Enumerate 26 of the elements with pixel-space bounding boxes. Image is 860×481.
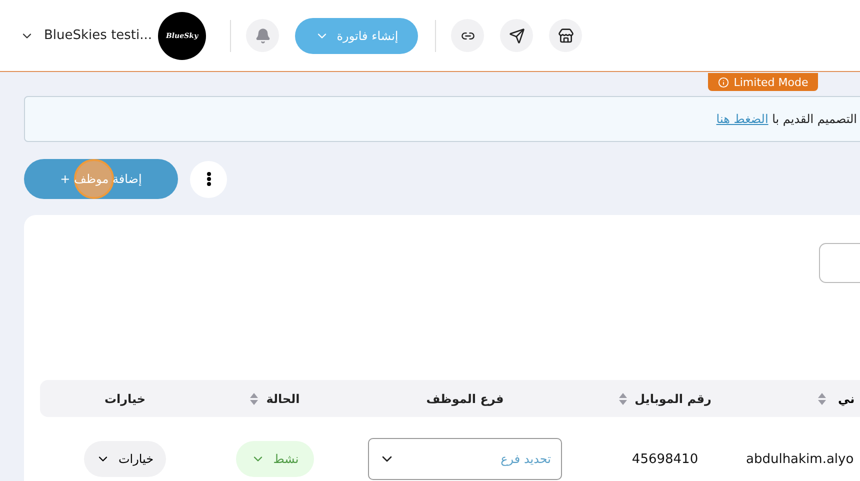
- account-name[interactable]: BlueSkies testi...: [44, 28, 154, 43]
- column-header: الحالة: [266, 392, 300, 406]
- bell-icon: [254, 28, 270, 44]
- column-header: ني: [838, 392, 855, 406]
- column-header: فرع الموظف: [426, 392, 504, 406]
- options-dropdown[interactable]: خيارات: [84, 441, 166, 477]
- more-icon: [206, 172, 210, 186]
- click-here-link[interactable]: الضغط هنا: [716, 112, 768, 126]
- store-icon: [558, 28, 574, 44]
- badge-label: Limited Mode: [734, 76, 808, 88]
- create-invoice-button[interactable]: إنشاء فاتورة: [295, 18, 418, 54]
- notifications-button[interactable]: [246, 19, 279, 52]
- column-header: خيارات: [104, 392, 146, 406]
- branch-select[interactable]: تحديد فرع: [368, 438, 562, 480]
- info-icon: [718, 76, 729, 88]
- column-header: رقم الموبايل: [634, 392, 712, 406]
- email-text: abdulhakim.alyo: [745, 452, 854, 466]
- notice-text: التصميم القديم با الضغط هنا: [716, 112, 857, 126]
- click-indicator: [74, 159, 114, 199]
- send-icon: [508, 28, 524, 44]
- link-button[interactable]: [451, 19, 484, 52]
- status-dropdown[interactable]: نشط: [236, 441, 314, 477]
- mobile-number: 45698410: [632, 452, 698, 466]
- more-button[interactable]: [190, 160, 227, 198]
- send-button[interactable]: [500, 19, 533, 52]
- store-button[interactable]: [549, 19, 582, 52]
